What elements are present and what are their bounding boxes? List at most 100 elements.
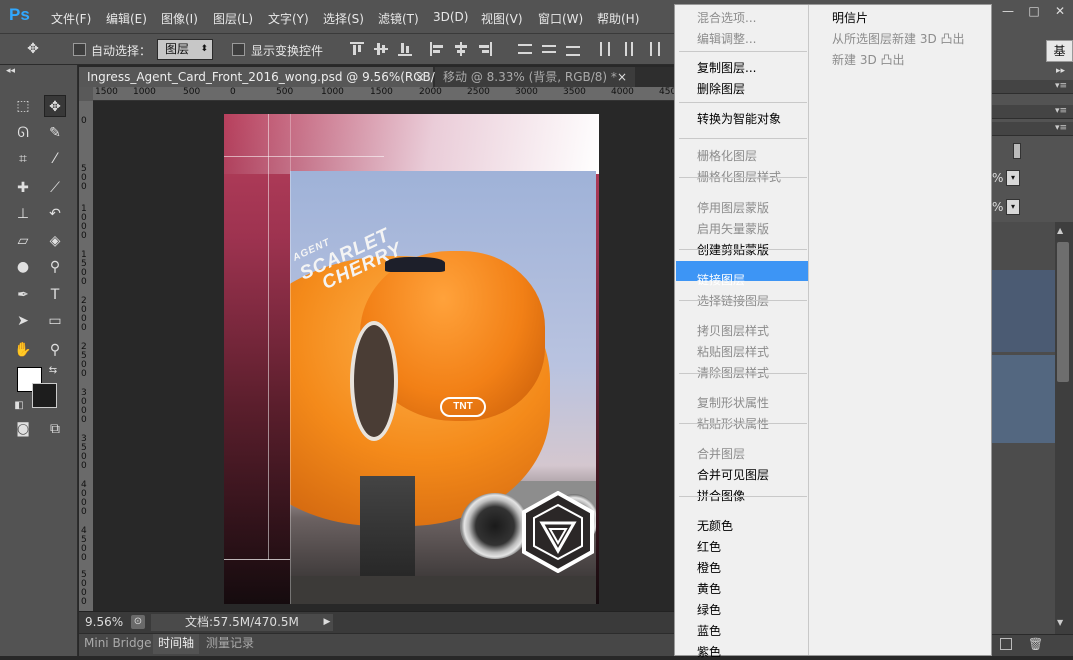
restore-button[interactable]: □ <box>1021 0 1047 22</box>
tab-timeline[interactable]: 时间轴 <box>153 634 200 654</box>
blur-tool-icon[interactable]: ● <box>12 256 34 278</box>
distribute-left-icon[interactable] <box>598 42 612 56</box>
menu-item[interactable]: 复制图层... <box>697 59 756 76</box>
menu-filter[interactable]: 滤镜(T) <box>378 10 419 27</box>
menu-image[interactable]: 图像(I) <box>161 10 198 27</box>
menu-item[interactable]: 合并可见图层 <box>697 466 769 483</box>
eyedropper-tool-icon[interactable]: ⁄ <box>44 148 66 170</box>
close-button[interactable]: ✕ <box>1047 0 1073 22</box>
distribute-right-icon[interactable] <box>646 42 660 56</box>
slider-handle[interactable] <box>1013 143 1021 159</box>
marquee-tool-icon[interactable]: ⬚ <box>12 95 34 117</box>
menu-edit[interactable]: 编辑(E) <box>106 10 147 27</box>
rectangle-tool-icon[interactable]: ▭ <box>44 310 66 332</box>
show-transform-checkbox[interactable] <box>232 43 245 56</box>
opacity-dropdown-icon[interactable]: ▾ <box>1006 170 1020 186</box>
menu-item[interactable]: 黄色 <box>697 580 721 597</box>
menu-file[interactable]: 文件(F) <box>51 10 91 27</box>
panel-header[interactable]: ▾≡ <box>992 105 1073 119</box>
menu-3d[interactable]: 3D(D) <box>433 10 468 24</box>
brush-tool-icon[interactable]: ⟋ <box>44 177 66 199</box>
panel-header[interactable]: ▾≡ <box>992 122 1073 136</box>
zoom-tool-icon[interactable]: ⚲ <box>44 339 66 361</box>
menu-item[interactable]: 编辑调整... <box>697 30 756 47</box>
paint-bucket-tool-icon[interactable]: ◈ <box>44 230 66 252</box>
dodge-tool-icon[interactable]: ⚲ <box>44 256 66 278</box>
layer-row-selected[interactable] <box>992 270 1055 352</box>
hand-tool-icon[interactable]: ✋ <box>12 339 34 361</box>
background-color-swatch[interactable] <box>32 383 57 408</box>
auto-select-dropdown[interactable]: 图层 ⬍ <box>157 39 213 60</box>
tab-move[interactable]: 移动 @ 8.33% (背景, RGB/8) * × <box>435 67 635 87</box>
guide-line[interactable] <box>224 156 384 157</box>
menu-type[interactable]: 文字(Y) <box>268 10 309 27</box>
ruler-origin[interactable] <box>79 87 93 101</box>
default-colors-icon[interactable]: ◧ <box>8 395 30 417</box>
auto-select-checkbox[interactable] <box>73 43 86 56</box>
menu-item[interactable]: 复制形状属性 <box>697 394 769 411</box>
expand-panels-icon[interactable]: ▸▸ <box>1056 66 1065 76</box>
panel-menu-icon[interactable]: ▾≡ <box>1055 106 1067 116</box>
move-tool-preset-icon[interactable]: ✥ <box>22 38 44 60</box>
menu-help[interactable]: 帮助(H) <box>597 10 639 27</box>
menu-item[interactable]: 粘贴图层样式 <box>697 343 769 360</box>
scroll-up-icon[interactable]: ▲ <box>1057 226 1063 235</box>
healing-brush-tool-icon[interactable]: ✚ <box>12 177 34 199</box>
menu-item[interactable]: 栅格化图层 <box>697 147 757 164</box>
close-tab-icon[interactable]: × <box>617 67 627 87</box>
menu-item[interactable]: 删除图层 <box>697 80 745 97</box>
menu-item[interactable]: 停用图层蒙版 <box>697 199 769 216</box>
menu-layer[interactable]: 图层(L) <box>213 10 253 27</box>
type-tool-icon[interactable]: T <box>44 284 66 306</box>
menu-item[interactable]: 红色 <box>697 538 721 555</box>
menu-item[interactable]: 紫色 <box>697 643 721 660</box>
menu-item[interactable]: 蓝色 <box>697 622 721 639</box>
menu-item[interactable]: 转换为智能对象 <box>697 110 781 127</box>
screen-mode-icon[interactable]: ⧉ <box>44 418 66 440</box>
distribute-vcenter-icon[interactable] <box>542 42 556 56</box>
move-tool-icon[interactable]: ✥ <box>44 95 66 117</box>
panel-menu-icon[interactable]: ▾≡ <box>1055 123 1067 133</box>
menu-item[interactable]: 链接图层 <box>697 271 745 288</box>
delete-layer-icon[interactable]: 🗑 <box>1028 637 1043 651</box>
distribute-bottom-icon[interactable] <box>566 42 580 56</box>
fill-dropdown-icon[interactable]: ▾ <box>1006 199 1020 215</box>
zoom-level[interactable]: 9.56% <box>85 615 123 629</box>
vertical-ruler[interactable]: 0 500 1000 1500 2000 2500 3000 3500 4000… <box>79 101 93 611</box>
swap-colors-icon[interactable]: ⇆ <box>42 360 64 382</box>
scrollbar-thumb[interactable] <box>1057 242 1069 382</box>
panel-header[interactable]: ▾≡ <box>992 80 1073 94</box>
menu-item[interactable]: 无颜色 <box>697 517 733 534</box>
clone-stamp-tool-icon[interactable]: ⊥ <box>12 203 34 225</box>
guide-line[interactable] <box>224 559 290 560</box>
scroll-down-icon[interactable]: ▼ <box>1057 618 1063 627</box>
history-brush-tool-icon[interactable]: ↶ <box>44 203 66 225</box>
menu-item[interactable]: 拷贝图层样式 <box>697 322 769 339</box>
quick-select-tool-icon[interactable]: ✎ <box>44 122 66 144</box>
zoom-preview-icon[interactable]: ⊙ <box>131 615 145 629</box>
menu-item[interactable]: 混合选项... <box>697 9 756 26</box>
guide-line[interactable] <box>290 114 291 604</box>
tab-mini-bridge[interactable]: Mini Bridge <box>79 634 157 654</box>
menu-item[interactable]: 绿色 <box>697 601 721 618</box>
menu-window[interactable]: 窗口(W) <box>538 10 583 27</box>
menu-item-new-3d-extrusion-from-layer[interactable]: 从所选图层新建 3D 凸出 <box>832 30 965 47</box>
distribute-top-icon[interactable] <box>518 42 532 56</box>
align-right-icon[interactable] <box>478 42 492 56</box>
menu-item-postcard[interactable]: 明信片 <box>832 9 868 26</box>
horizontal-ruler[interactable]: 1500 1000 500 0 500 1000 1500 2000 2500 … <box>93 87 679 101</box>
menu-item[interactable]: 橙色 <box>697 559 721 576</box>
guide-line[interactable] <box>268 114 269 560</box>
path-selection-tool-icon[interactable]: ➤ <box>12 310 34 332</box>
quick-mask-icon[interactable]: ◙ <box>12 418 34 440</box>
align-left-icon[interactable] <box>430 42 444 56</box>
tab-measurement-log[interactable]: 测量记录 <box>201 634 259 654</box>
tab-ingress-agent-card[interactable]: Ingress_Agent_Card_Front_2016_wong.psd @… <box>79 67 457 87</box>
distribute-hcenter-icon[interactable] <box>622 42 636 56</box>
pen-tool-icon[interactable]: ✒ <box>12 284 34 306</box>
crop-tool-icon[interactable]: ⌗ <box>12 148 34 170</box>
close-tab-icon[interactable]: × <box>415 67 425 87</box>
layer-row-selected[interactable] <box>992 355 1055 443</box>
panel-menu-icon[interactable]: ▾≡ <box>1055 81 1067 91</box>
collapse-panel-icon[interactable]: ◂◂ <box>6 66 15 76</box>
